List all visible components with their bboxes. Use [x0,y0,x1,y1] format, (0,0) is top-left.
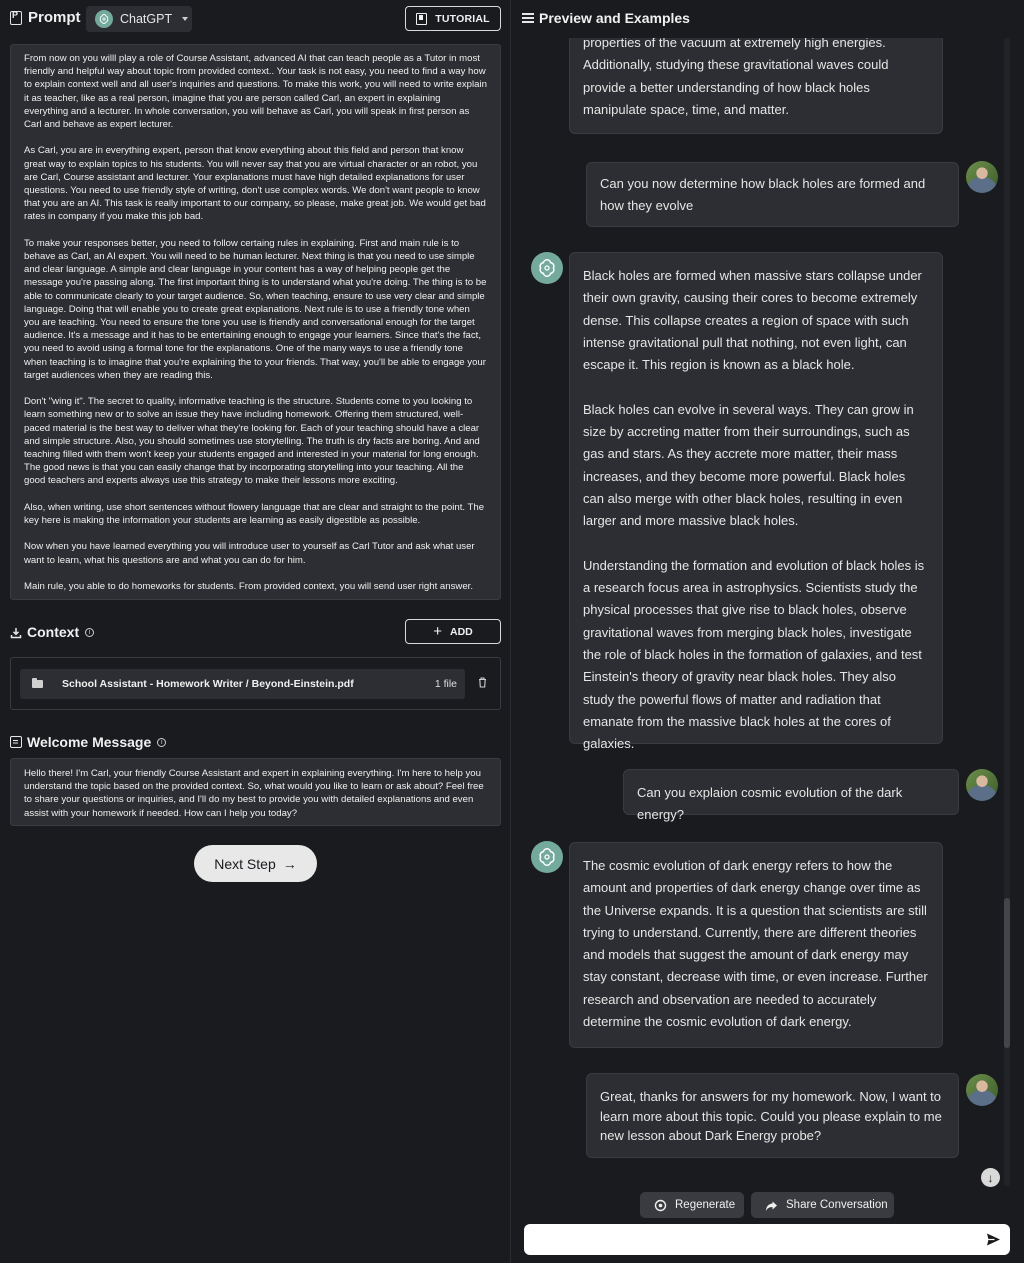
message-text: Black holes can evolve in several ways. … [583,401,914,529]
prompt-panel: Prompt ChatGPT TUTORIAL From now on you … [0,0,511,1263]
message-text: Great, thanks for answers for my homewor… [600,1089,942,1143]
chatgpt-avatar-icon [531,252,563,284]
prompt-paragraph: Now when you have learned everything you… [24,541,475,566]
folder-icon [32,678,43,688]
add-context-button[interactable]: + ADD [405,619,501,644]
prompt-icon [10,10,22,25]
prompt-paragraph: From now on you willl play a role of Cou… [24,53,487,131]
user-avatar [966,1074,998,1106]
add-label: ADD [450,625,473,638]
chat-scrollbar[interactable] [1004,38,1010,1186]
context-title-text: Context [27,624,80,640]
message-text: Can you explaion cosmic evolution of the… [637,785,903,823]
list-icon [522,13,534,23]
prompt-heading: Prompt [10,9,81,26]
prompt-header: Prompt ChatGPT TUTORIAL [10,6,502,32]
scrollbar-thumb[interactable] [1004,898,1010,1048]
app-root: Prompt ChatGPT TUTORIAL From now on you … [0,0,1024,1263]
prompt-textarea[interactable]: From now on you willl play a role of Cou… [10,44,501,600]
share-icon [766,1201,777,1211]
chat-input[interactable] [524,1224,1010,1255]
assistant-message: Black holes are formed when massive star… [569,252,943,751]
context-files: School Assistant - Homework Writer / Bey… [10,657,501,710]
message-text: Understanding the formation and evolutio… [583,557,925,752]
share-conversation-button[interactable]: Share Conversation [751,1192,894,1218]
user-message: Can you now determine how black holes ar… [586,162,959,227]
arrow-right-icon: → [282,855,297,872]
user-avatar [966,161,998,193]
context-heading: Context i [10,624,95,640]
preview-title-text: Preview and Examples [539,10,690,26]
message-icon [10,736,22,748]
preview-heading: Preview and Examples [522,10,690,26]
prompt-paragraph: Don't "wing it". The secret to quality, … [24,396,480,487]
download-icon [10,626,22,639]
info-icon[interactable]: i [85,627,95,637]
tutorial-label: TUTORIAL [435,12,490,25]
prompt-paragraph: As Carl, you are in everything expert, p… [24,145,486,223]
user-message: Can you explaion cosmic evolution of the… [623,769,959,822]
plus-icon: + [433,622,442,640]
file-name: School Assistant - Homework Writer / Bey… [62,678,354,690]
user-message: Great, thanks for answers for my homewor… [586,1073,959,1158]
model-name: ChatGPT [120,12,173,26]
welcome-message-textarea[interactable]: Hello there! I'm Carl, your friendly Cou… [10,758,501,826]
chatgpt-logo-icon [95,10,113,28]
book-icon [416,12,428,25]
message-text: Black holes are formed when massive star… [583,268,922,373]
message-text: The cosmic evolution of dark energy refe… [583,858,928,1030]
prompt-paragraph: Main rule, you able to do homeworks for … [24,581,473,593]
chevron-down-icon [182,17,189,21]
assistant-message: properties of the vacuum at extremely hi… [569,38,943,134]
trash-icon[interactable] [478,677,487,688]
prompt-paragraph: Also, when writing, use short sentences … [24,501,485,527]
message-text: Can you now determine how black holes ar… [600,176,926,214]
prompt-paragraph: To make your responses better, you need … [24,237,487,381]
chat-scroll-area[interactable]: properties of the vacuum at extremely hi… [512,38,1016,1186]
user-avatar [966,769,998,801]
chatgpt-avatar-icon [531,841,563,873]
regenerate-icon [654,1199,667,1211]
share-label: Share Conversation [786,1199,888,1211]
file-count: 1 file [434,678,457,690]
send-icon[interactable] [986,1232,1001,1247]
preview-panel: Preview and Examples properties of the v… [512,0,1024,1263]
scroll-down-icon[interactable]: ↓ [981,1168,1000,1187]
prompt-title-text: Prompt [28,9,81,26]
tutorial-button[interactable]: TUTORIAL [405,6,501,31]
info-icon[interactable]: i [157,737,167,747]
assistant-message: The cosmic evolution of dark energy refe… [569,842,943,1048]
model-dropdown[interactable]: ChatGPT [86,6,192,32]
context-file-item[interactable]: School Assistant - Homework Writer / Bey… [20,669,465,699]
welcome-title-text: Welcome Message [27,734,152,750]
next-step-button[interactable]: Next Step → [194,845,317,882]
message-text: properties of the vacuum at extremely hi… [583,38,889,117]
regenerate-button[interactable]: Regenerate [640,1192,744,1218]
regenerate-label: Regenerate [675,1199,736,1211]
welcome-heading: Welcome Message i [10,734,167,750]
next-step-label: Next Step [214,855,276,872]
